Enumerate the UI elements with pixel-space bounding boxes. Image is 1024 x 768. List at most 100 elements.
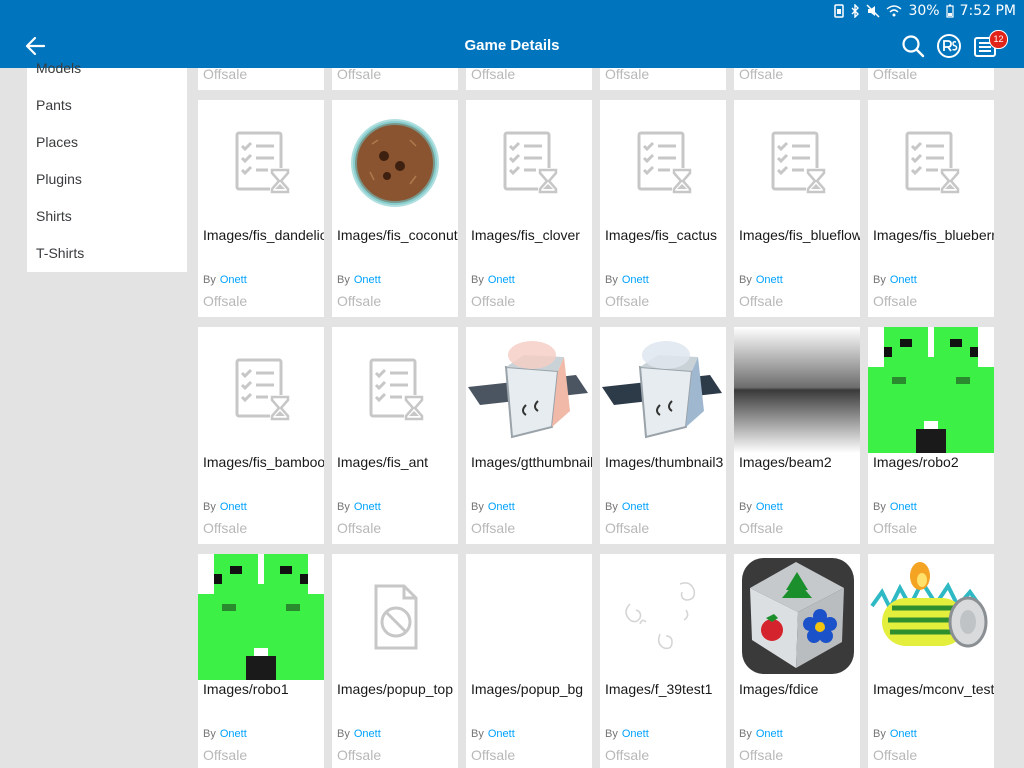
item-card[interactable]: Images/robo2 By Onett Offsale [868, 327, 994, 544]
item-creator-line: By Onett [739, 501, 783, 513]
item-name: Images/popup_bg [471, 681, 584, 697]
by-label: By [203, 728, 216, 740]
item-price: Offsale [605, 293, 650, 309]
creator-link[interactable]: Onett [488, 274, 515, 286]
creator-link[interactable]: Onett [756, 274, 783, 286]
item-price: Offsale [739, 747, 784, 763]
item-creator-line: By Onett [739, 274, 783, 286]
item-card-partial[interactable]: Offsale [332, 68, 458, 90]
by-label: By [605, 728, 618, 740]
item-price: Offsale [471, 68, 516, 82]
item-creator-line: By Onett [203, 728, 247, 740]
item-card-partial[interactable]: Offsale [466, 68, 592, 90]
by-label: By [337, 501, 350, 513]
creator-link[interactable]: Onett [354, 501, 381, 513]
item-price: Offsale [203, 293, 248, 309]
creator-link[interactable]: Onett [890, 274, 917, 286]
item-price: Offsale [471, 293, 516, 309]
blue-cube-thumbnail [600, 327, 726, 453]
item-price: Offsale [605, 68, 650, 82]
item-card-partial[interactable]: Offsale [734, 68, 860, 90]
item-card-partial[interactable]: Offsale [600, 68, 726, 90]
item-creator-line: By Onett [337, 728, 381, 740]
beam-gradient-thumbnail [734, 327, 860, 453]
item-creator-line: By Onett [605, 274, 649, 286]
item-price: Offsale [337, 520, 382, 536]
item-price: Offsale [739, 293, 784, 309]
creator-link[interactable]: Onett [890, 501, 917, 513]
item-card-partial[interactable]: Offsale [868, 68, 994, 90]
item-card[interactable]: Images/fis_dandelion By Onett Offsale [198, 100, 324, 317]
by-label: By [873, 501, 886, 513]
by-label: By [739, 274, 752, 286]
item-name: Images/fis_ant [337, 454, 429, 470]
pink-cube-thumbnail [466, 327, 592, 453]
item-card[interactable]: Images/fis_blueflower By Onett Offsale [734, 100, 860, 317]
item-card[interactable]: Images/f_39test1 By Onett Offsale [600, 554, 726, 768]
item-card[interactable]: Images/popup_bg By Onett Offsale [466, 554, 592, 768]
item-price: Offsale [873, 520, 918, 536]
by-label: By [739, 501, 752, 513]
by-label: By [605, 501, 618, 513]
item-name: Images/beam2 [739, 454, 832, 470]
item-name: Images/mconv_test [873, 681, 994, 697]
creator-link[interactable]: Onett [622, 274, 649, 286]
item-name: Images/robo1 [203, 681, 289, 697]
creator-link[interactable]: Onett [488, 728, 515, 740]
creator-link[interactable]: Onett [354, 728, 381, 740]
item-price: Offsale [203, 68, 248, 82]
creator-link[interactable]: Onett [220, 501, 247, 513]
by-label: By [337, 728, 350, 740]
item-name: Images/fis_bamboo [203, 454, 324, 470]
item-card[interactable]: Images/fis_coconut By Onett Offsale [332, 100, 458, 317]
item-price: Offsale [337, 293, 382, 309]
creator-link[interactable]: Onett [354, 274, 381, 286]
coconut-thumbnail [332, 100, 458, 226]
creator-link[interactable]: Onett [220, 274, 247, 286]
item-card[interactable]: Images/fdice By Onett Offsale [734, 554, 860, 768]
pending-icon [466, 100, 592, 226]
item-card[interactable]: Images/fis_clover By Onett Offsale [466, 100, 592, 317]
item-creator-line: By Onett [739, 728, 783, 740]
item-price: Offsale [873, 68, 918, 82]
item-creator-line: By Onett [471, 728, 515, 740]
item-creator-line: By Onett [337, 501, 381, 513]
creator-link[interactable]: Onett [622, 501, 649, 513]
pending-icon [198, 327, 324, 453]
item-name: Images/fis_blueflower [739, 227, 860, 243]
creator-link[interactable]: Onett [488, 501, 515, 513]
item-card[interactable]: Images/fis_cactus By Onett Offsale [600, 100, 726, 317]
creator-link[interactable]: Onett [220, 728, 247, 740]
item-creator-line: By Onett [873, 728, 917, 740]
item-card-partial[interactable]: Offsale [198, 68, 324, 90]
item-card[interactable]: Images/fis_bamboo By Onett Offsale [198, 327, 324, 544]
item-card[interactable]: Images/thumbnail3 By Onett Offsale [600, 327, 726, 544]
item-name: Images/gtthumbnail [471, 454, 592, 470]
swirl-sketch-thumbnail [600, 554, 726, 680]
creator-link[interactable]: Onett [622, 728, 649, 740]
by-label: By [739, 728, 752, 740]
item-card[interactable]: Images/beam2 By Onett Offsale [734, 327, 860, 544]
item-card[interactable]: Images/popup_top By Onett Offsale [332, 554, 458, 768]
item-card[interactable]: Images/mconv_test By Onett Offsale [868, 554, 994, 768]
item-card[interactable]: Images/robo1 By Onett Offsale [198, 554, 324, 768]
creator-link[interactable]: Onett [756, 728, 783, 740]
item-name: Images/fis_cactus [605, 227, 718, 243]
item-creator-line: By Onett [203, 274, 247, 286]
item-creator-line: By Onett [337, 274, 381, 286]
item-name: Images/f_39test1 [605, 681, 713, 697]
creator-link[interactable]: Onett [890, 728, 917, 740]
item-name: Images/fis_coconut [337, 227, 458, 243]
creator-link[interactable]: Onett [756, 501, 783, 513]
item-card[interactable]: Images/gtthumbnail By Onett Offsale [466, 327, 592, 544]
robo-face-thumbnail [198, 554, 324, 680]
blank-thumbnail [466, 554, 592, 680]
item-card[interactable]: Images/fis_blueberry By Onett Offsale [868, 100, 994, 317]
dice-thumbnail [734, 554, 860, 680]
item-card[interactable]: Images/fis_ant By Onett Offsale [332, 327, 458, 544]
item-name: Images/robo2 [873, 454, 959, 470]
item-price: Offsale [873, 747, 918, 763]
conveyor-thumbnail [868, 554, 994, 680]
by-label: By [873, 274, 886, 286]
item-name: Images/fis_dandelion [203, 227, 324, 243]
